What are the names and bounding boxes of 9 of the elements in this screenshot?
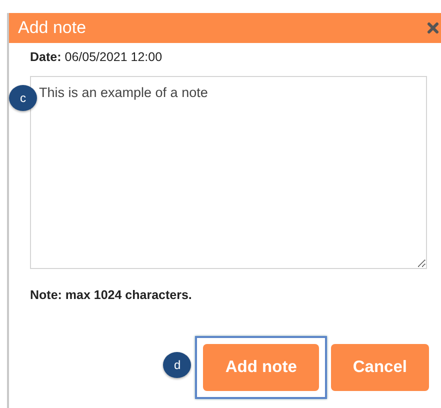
date-text: Date: 06/05/2021 12:00 [30, 50, 164, 64]
callout-marker: d [163, 352, 192, 378]
character-limit-note: Note: max 1024 characters. [30, 288, 193, 302]
note-field[interactable]: This is an example of a note [30, 76, 427, 269]
dialog-title: Add note [18, 18, 86, 38]
close-icon[interactable] [427, 22, 439, 34]
cancel-button[interactable]: Cancel [330, 344, 429, 391]
add-note-button[interactable]: Add note [203, 344, 319, 391]
callout-marker: c [9, 85, 37, 111]
